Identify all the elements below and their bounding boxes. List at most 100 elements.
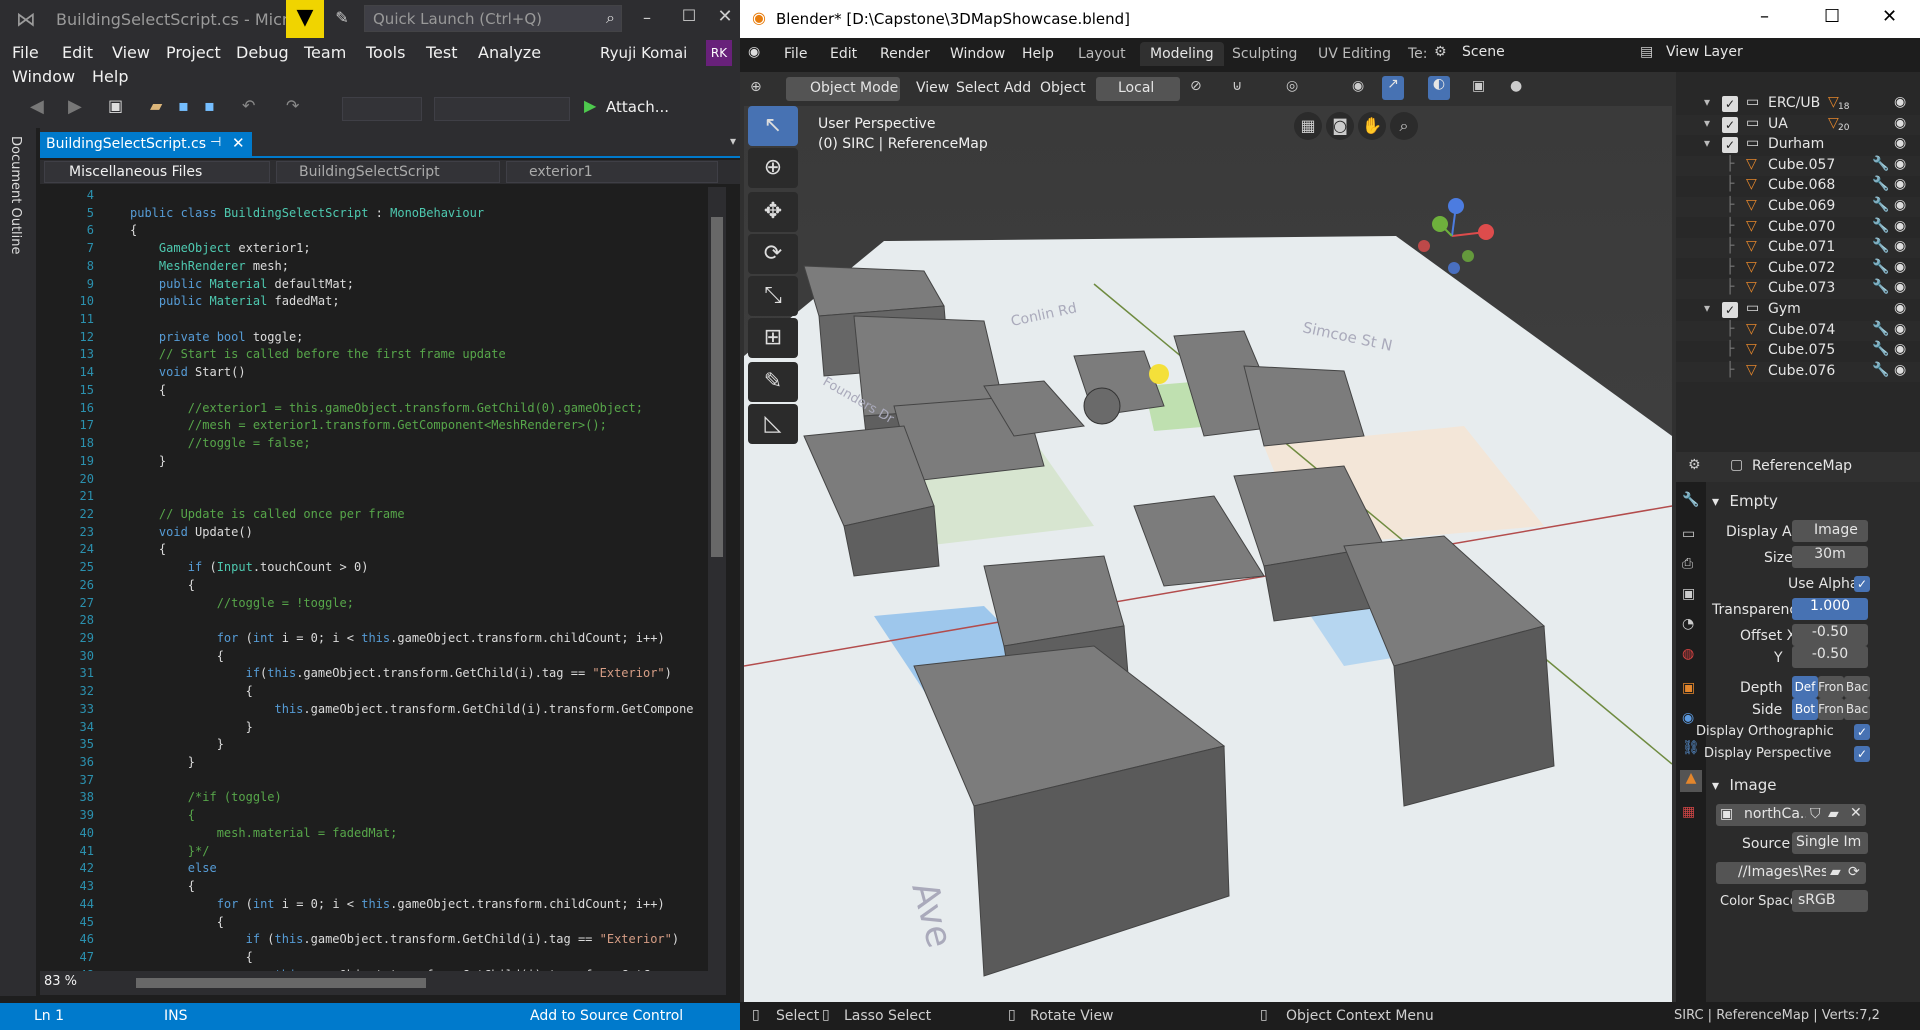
gizmo-toggle-icon[interactable]: ↗ <box>1382 76 1404 100</box>
eye-icon[interactable]: ◉ <box>1894 156 1906 172</box>
menu-window[interactable]: Window <box>12 67 75 86</box>
code-text[interactable]: public Material defaultMat; <box>130 277 354 291</box>
camera-view-icon[interactable]: ◙ <box>1326 112 1354 140</box>
tab-list-icon[interactable]: ▾ <box>730 134 736 148</box>
code-text[interactable]: for (int i = 0; i < this.gameObject.tran… <box>130 631 665 645</box>
eye-icon[interactable]: ◉ <box>1894 341 1906 357</box>
move-tool-icon[interactable]: ✥ <box>748 192 798 232</box>
menu-tools[interactable]: Tools <box>366 43 405 62</box>
constraints-tab-icon[interactable]: ⛓ <box>1682 740 1700 756</box>
exclude-checkbox[interactable]: ✓ <box>1722 137 1738 154</box>
eye-icon[interactable]: ◉ <box>1894 279 1906 295</box>
code-text[interactable]: public Material fadedMat; <box>130 294 340 308</box>
code-text[interactable]: } <box>130 755 195 769</box>
modifier-icon[interactable]: 🔧 <box>1872 362 1889 378</box>
code-text[interactable]: else <box>130 861 217 875</box>
outliner-item[interactable]: ├ ▽ Cube.069 🔧 ◉ <box>1676 197 1920 217</box>
quick-launch-input[interactable]: Quick Launch (Ctrl+Q) ⌕ <box>364 5 622 32</box>
display-orthographic-checkbox[interactable]: ✓ <box>1854 724 1870 740</box>
code-text[interactable]: if(this.gameObject.transform.GetChild(i)… <box>130 666 672 680</box>
eye-icon[interactable]: ◉ <box>1894 259 1906 275</box>
code-text[interactable]: this.gameObject.transform.GetChild(i).tr… <box>130 702 694 716</box>
code-text[interactable]: private bool toggle; <box>130 330 304 344</box>
annotate-tool-icon[interactable]: ✎ <box>748 362 798 402</box>
pivot-icon[interactable]: ⊘ <box>1190 78 1202 94</box>
config-dropdown[interactable] <box>342 97 422 121</box>
physics-tab-icon[interactable]: ◉ <box>1682 710 1694 726</box>
zoom-level[interactable]: 83 % <box>44 974 77 989</box>
modifier-icon[interactable]: 🔧 <box>1872 341 1889 357</box>
depth-back-option[interactable]: Bac <box>1844 676 1870 698</box>
side-both-option[interactable]: Bot <box>1792 698 1818 720</box>
user-avatar[interactable]: RK <box>706 40 732 66</box>
code-text[interactable]: { <box>130 684 253 698</box>
scene-selector[interactable]: Scene <box>1454 42 1634 66</box>
orientation-dropdown[interactable]: Local <box>1096 77 1180 101</box>
back-icon[interactable]: ◀ <box>30 96 44 117</box>
output-tab-icon[interactable]: ⎙ <box>1682 556 1693 572</box>
menu-add[interactable]: Add <box>1004 80 1031 96</box>
size-field[interactable]: 30m <box>1792 546 1868 568</box>
code-text[interactable]: { <box>130 223 137 237</box>
world-tab-icon[interactable]: ◍ <box>1682 646 1694 662</box>
menu-file[interactable]: File <box>784 46 807 62</box>
scene-icon[interactable]: ⚙ <box>1434 44 1447 60</box>
add-to-source-control[interactable]: Add to Source Control <box>530 1008 683 1024</box>
display-as-dropdown[interactable]: Image <box>1792 520 1868 542</box>
eye-icon[interactable]: ◉ <box>1894 218 1906 234</box>
code-text[interactable]: // Start is called before the first fram… <box>130 347 506 361</box>
workspace-layout[interactable]: Layout <box>1070 44 1134 64</box>
outliner-item[interactable]: ▾ ✓ ▭ ERC/UB ▽ 18 ◉ <box>1676 94 1920 114</box>
zoom-icon[interactable]: ⌕ <box>1390 112 1418 140</box>
code-text[interactable]: { <box>130 578 195 592</box>
feedback-icon[interactable]: ✎ <box>332 8 352 27</box>
exclude-checkbox[interactable]: ✓ <box>1722 96 1738 112</box>
source-dropdown[interactable]: Single Im... <box>1792 832 1868 854</box>
transform-tool-icon[interactable]: ⊞ <box>748 318 798 358</box>
expand-arrow-icon[interactable]: ▾ <box>1704 301 1710 315</box>
code-text[interactable]: for (int i = 0; i < this.gameObject.tran… <box>130 897 665 911</box>
code-text[interactable]: if (this.gameObject.transform.GetChild(i… <box>130 932 680 946</box>
outliner-item[interactable]: ├ ▽ Cube.068 🔧 ◉ <box>1676 176 1920 197</box>
outliner-item[interactable]: ├ ▽ Cube.070 🔧 ◉ <box>1676 217 1920 238</box>
modifier-icon[interactable]: 🔧 <box>1872 321 1889 337</box>
display-perspective-checkbox[interactable]: ✓ <box>1854 746 1870 762</box>
image-selector[interactable]: ▣ northCa.. ⛉ ▰ ✕ <box>1716 804 1866 826</box>
eye-icon[interactable]: ◉ <box>1894 300 1906 316</box>
close-icon[interactable]: ✕ <box>712 6 738 27</box>
scene-tab-icon[interactable]: ◔ <box>1682 616 1694 632</box>
menu-help[interactable]: Help <box>1022 46 1054 62</box>
code-text[interactable]: //toggle = false; <box>130 436 311 450</box>
3d-viewport[interactable]: Conlin Rd Founders Dr Simcoe St N Ave Us… <box>744 106 1672 1002</box>
scale-tool-icon[interactable]: ⤡ <box>748 276 798 316</box>
forward-icon[interactable]: ▶ <box>68 96 82 117</box>
properties-editor-icon[interactable]: ⚙ <box>1688 457 1701 473</box>
pin-icon[interactable]: ⊣ <box>210 135 221 150</box>
object-mode-dropdown[interactable]: Object Mode <box>786 77 900 101</box>
code-text[interactable]: //mesh = exterior1.transform.GetComponen… <box>130 418 607 432</box>
grid-view-icon[interactable]: ▦ <box>1294 112 1322 140</box>
depth-front-option[interactable]: Fron <box>1818 676 1844 698</box>
menu-edit[interactable]: Edit <box>62 43 93 62</box>
code-text[interactable]: { <box>130 808 195 822</box>
offset-x-field[interactable]: -0.50 <box>1792 624 1868 646</box>
modifier-icon[interactable]: 🔧 <box>1872 197 1889 213</box>
code-text[interactable]: void Start() <box>130 365 246 379</box>
editor-type-icon[interactable]: ⊕ <box>750 79 762 95</box>
code-editor[interactable]: 4 5 public class BuildingSelectScript : Mo… <box>40 187 708 982</box>
eye-icon[interactable]: ◉ <box>1894 238 1906 254</box>
view-layer-selector[interactable]: View Layer <box>1658 42 1846 66</box>
tab-building-select-script[interactable]: BuildingSelectScript.cs ⊣ ✕ <box>40 132 252 158</box>
modifier-icon[interactable]: 🔧 <box>1872 156 1889 172</box>
texture-tab-icon[interactable]: ▦ <box>1682 804 1695 820</box>
outliner-item[interactable]: ▾ ✓ ▭ Durham ◉ <box>1676 135 1920 156</box>
visibility-icon[interactable]: ◉ <box>1352 78 1364 94</box>
minimize-icon[interactable]: – <box>632 8 662 27</box>
xray-icon[interactable]: ▣ <box>1472 78 1485 94</box>
open-folder-icon[interactable]: ▰ <box>150 96 162 115</box>
undo-icon[interactable]: ↶ <box>242 96 255 115</box>
data-tab-icon[interactable]: ▲ <box>1680 770 1702 792</box>
menu-help[interactable]: Help <box>92 67 128 86</box>
code-text[interactable]: } <box>130 720 253 734</box>
code-text[interactable]: if (Input.touchCount > 0) <box>130 560 369 574</box>
